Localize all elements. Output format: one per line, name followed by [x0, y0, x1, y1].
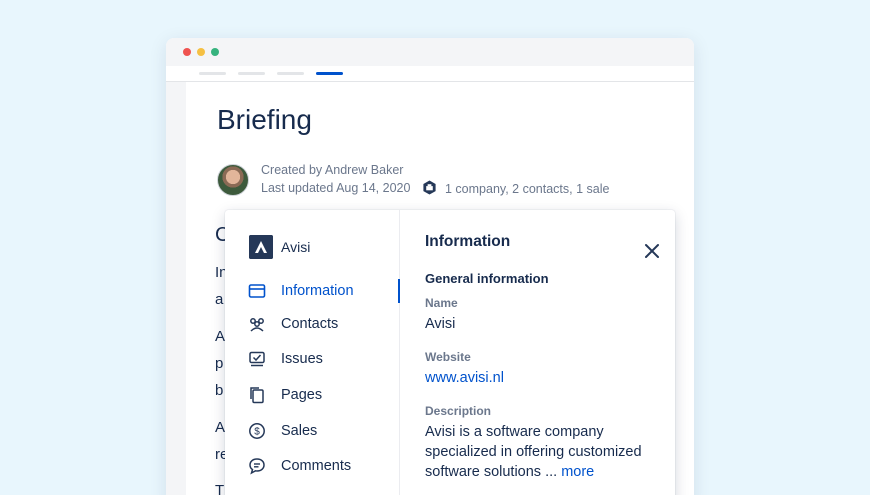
- nav-item-contacts[interactable]: Contacts: [225, 311, 400, 337]
- page-title: Briefing: [217, 104, 312, 135]
- pages-icon: [250, 387, 264, 404]
- window-titlebar: [166, 38, 694, 66]
- avisi-logo-icon: [249, 235, 273, 259]
- people-icon: [250, 318, 264, 332]
- last-updated-text: Last updated Aug 14, 2020: [261, 181, 411, 195]
- general-information-heading: General information: [425, 271, 549, 286]
- panel-navigation: Avisi Information Contacts Issues Pages …: [225, 210, 400, 495]
- tab-3[interactable]: [277, 72, 304, 75]
- more-link[interactable]: more: [561, 464, 594, 480]
- active-nav-indicator: [398, 279, 400, 303]
- comment-icon: [249, 458, 265, 475]
- dollar-icon: $: [249, 423, 265, 439]
- description-line: software solutions ...: [425, 464, 558, 480]
- nav-label: Pages: [281, 387, 323, 403]
- tab-strip: [166, 66, 694, 82]
- tab-active[interactable]: [316, 72, 343, 75]
- avatar[interactable]: [217, 164, 249, 196]
- nav-label: Issues: [281, 351, 323, 367]
- hub-summary-link[interactable]: 1 company, 2 contacts, 1 sale: [445, 182, 609, 196]
- close-window-dot[interactable]: [183, 48, 191, 56]
- maximize-window-dot[interactable]: [211, 48, 219, 56]
- page-text-fragment: b: [215, 382, 224, 399]
- close-icon[interactable]: [643, 242, 661, 260]
- nav-item-issues[interactable]: Issues: [225, 346, 400, 372]
- nav-item-pages[interactable]: Pages: [225, 382, 400, 408]
- description-label: Description: [425, 404, 492, 418]
- name-value: Avisi: [425, 316, 456, 332]
- information-title: Information: [425, 233, 511, 250]
- description-last-line: software solutions ... more: [425, 462, 594, 482]
- page-text-fragment: T: [215, 482, 225, 495]
- issues-icon: [249, 351, 265, 367]
- nav-item-information[interactable]: Information: [225, 278, 400, 304]
- hub-icon[interactable]: [422, 180, 437, 195]
- name-label: Name: [425, 296, 458, 310]
- nav-label: Sales: [281, 423, 318, 439]
- company-detail-panel: Avisi Information Contacts Issues Pages …: [225, 210, 675, 495]
- card-icon: [248, 284, 266, 298]
- website-label: Website: [425, 350, 471, 364]
- nav-label: Contacts: [281, 316, 339, 332]
- page-text-fragment: p: [215, 355, 224, 372]
- created-by-text: Created by Andrew Baker: [261, 163, 404, 177]
- description-line: specialized in offering customized: [425, 444, 642, 460]
- page-text-fragment: a: [215, 291, 224, 308]
- company-name: Avisi: [281, 239, 311, 255]
- svg-text:$: $: [254, 427, 260, 438]
- website-link[interactable]: www.avisi.nl: [425, 370, 504, 386]
- tab-2[interactable]: [238, 72, 265, 75]
- tab-1[interactable]: [199, 72, 226, 75]
- page-text-fragment: A: [215, 419, 226, 436]
- description-line: Avisi is a software company: [425, 424, 604, 440]
- nav-item-sales[interactable]: $ Sales: [225, 418, 400, 444]
- website-value-row: www.avisi.nl: [425, 368, 504, 388]
- page-text-fragment: A: [215, 328, 226, 345]
- minimize-window-dot[interactable]: [197, 48, 205, 56]
- left-sidebar-strip: [166, 82, 186, 495]
- nav-label: Comments: [281, 458, 352, 474]
- nav-item-comments[interactable]: Comments: [225, 453, 400, 479]
- nav-label: Information: [281, 283, 354, 299]
- information-section: Information General information Name Avi…: [425, 210, 675, 495]
